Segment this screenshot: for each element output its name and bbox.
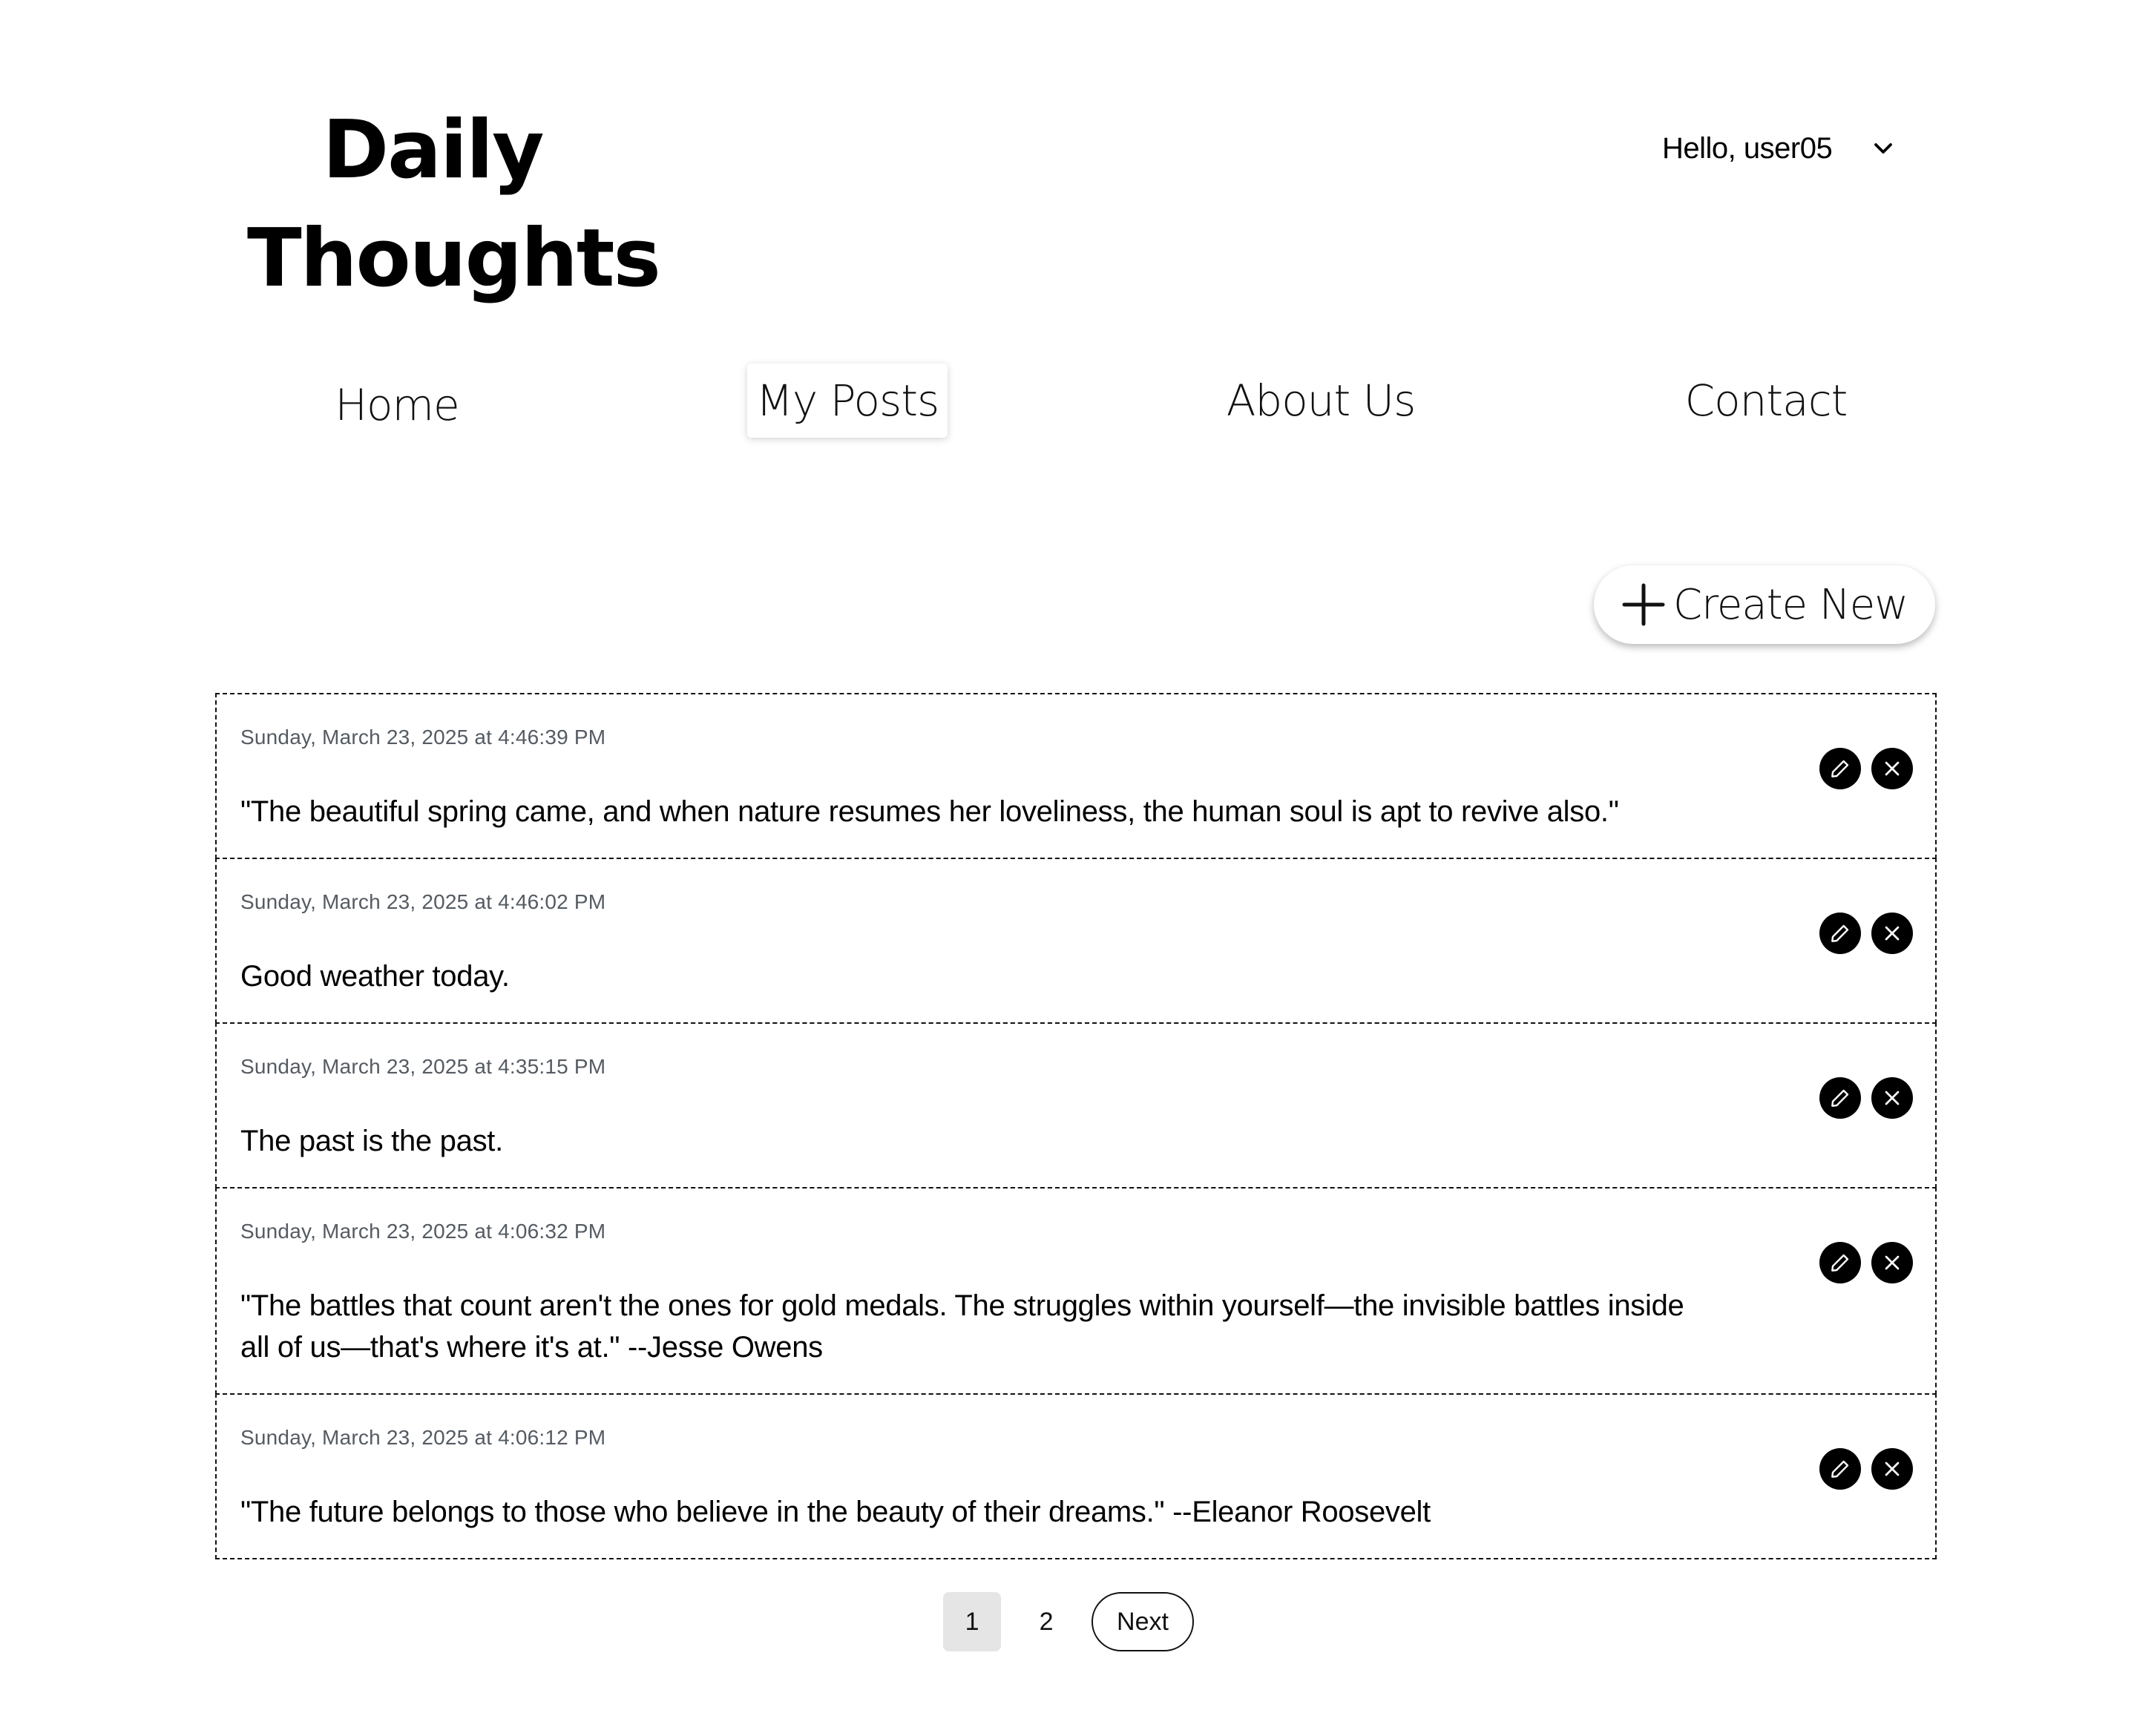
posts-list: Sunday, March 23, 2025 at 4:46:39 PM "Th… bbox=[215, 693, 1937, 1559]
next-page-button[interactable]: Next bbox=[1092, 1592, 1194, 1651]
close-icon bbox=[1885, 1091, 1900, 1105]
delete-post-button[interactable] bbox=[1871, 913, 1913, 954]
delete-post-button[interactable] bbox=[1871, 1448, 1913, 1490]
post-text: "The beautiful spring came, and when nat… bbox=[240, 795, 1619, 828]
close-icon bbox=[1885, 761, 1900, 776]
post-item: Sunday, March 23, 2025 at 4:35:15 PM The… bbox=[215, 1022, 1937, 1188]
edit-post-button[interactable] bbox=[1819, 1077, 1861, 1119]
site-title: Daily Thoughts bbox=[247, 96, 661, 313]
post-date: Sunday, March 23, 2025 at 4:06:32 PM bbox=[240, 1220, 606, 1243]
post-text: "The future belongs to those who believe… bbox=[240, 1496, 1431, 1528]
close-icon bbox=[1885, 926, 1900, 941]
site-title-line2: Thoughts bbox=[247, 212, 661, 305]
post-actions bbox=[1819, 1077, 1913, 1119]
pencil-icon bbox=[1831, 1460, 1849, 1478]
nav-contact[interactable]: Contact bbox=[1677, 364, 1855, 438]
edit-post-button[interactable] bbox=[1819, 1448, 1861, 1490]
edit-post-button[interactable] bbox=[1819, 748, 1861, 789]
site-title-line1: Daily bbox=[322, 104, 545, 197]
nav-my-posts[interactable]: My Posts bbox=[747, 364, 948, 438]
pencil-icon bbox=[1831, 924, 1849, 942]
post-text: Good weather today. bbox=[240, 960, 510, 993]
create-new-button[interactable]: Create New bbox=[1594, 565, 1935, 644]
post-actions bbox=[1819, 748, 1913, 789]
edit-post-button[interactable] bbox=[1819, 1242, 1861, 1283]
main-nav: Home My Posts About Us Contact bbox=[0, 364, 2137, 445]
post-text: The past is the past. bbox=[240, 1125, 503, 1157]
delete-post-button[interactable] bbox=[1871, 1077, 1913, 1119]
create-new-label: Create New bbox=[1672, 580, 1908, 629]
pencil-icon bbox=[1831, 760, 1849, 777]
chevron-down-icon bbox=[1872, 137, 1894, 160]
post-date: Sunday, March 23, 2025 at 4:46:02 PM bbox=[240, 890, 606, 913]
close-icon bbox=[1885, 1462, 1900, 1476]
post-date: Sunday, March 23, 2025 at 4:46:39 PM bbox=[240, 726, 606, 749]
post-date: Sunday, March 23, 2025 at 4:06:12 PM bbox=[240, 1426, 606, 1449]
post-text: "The battles that count aren't the ones … bbox=[240, 1289, 1684, 1364]
pencil-icon bbox=[1831, 1089, 1849, 1107]
pencil-icon bbox=[1831, 1254, 1849, 1272]
user-greeting: Hello, user05 bbox=[1662, 132, 1833, 165]
post-date: Sunday, March 23, 2025 at 4:35:15 PM bbox=[240, 1055, 606, 1078]
post-actions bbox=[1819, 913, 1913, 954]
nav-about-us[interactable]: About Us bbox=[1209, 364, 1432, 438]
nav-home[interactable]: Home bbox=[318, 368, 476, 442]
post-item: Sunday, March 23, 2025 at 4:46:39 PM "Th… bbox=[215, 693, 1937, 859]
plus-icon bbox=[1621, 582, 1666, 627]
user-menu[interactable]: Hello, user05 bbox=[1662, 125, 1894, 172]
post-actions bbox=[1819, 1448, 1913, 1490]
page-1-button[interactable]: 1 bbox=[943, 1592, 1002, 1651]
post-item: Sunday, March 23, 2025 at 4:46:02 PM Goo… bbox=[215, 858, 1937, 1024]
post-item: Sunday, March 23, 2025 at 4:06:12 PM "Th… bbox=[215, 1393, 1937, 1559]
edit-post-button[interactable] bbox=[1819, 913, 1861, 954]
post-actions bbox=[1819, 1242, 1913, 1283]
pagination: 1 2 Next bbox=[0, 1592, 2137, 1651]
delete-post-button[interactable] bbox=[1871, 748, 1913, 789]
page-2-button[interactable]: 2 bbox=[1017, 1592, 1075, 1651]
delete-post-button[interactable] bbox=[1871, 1242, 1913, 1283]
close-icon bbox=[1885, 1255, 1900, 1270]
post-item: Sunday, March 23, 2025 at 4:06:32 PM "Th… bbox=[215, 1187, 1937, 1395]
